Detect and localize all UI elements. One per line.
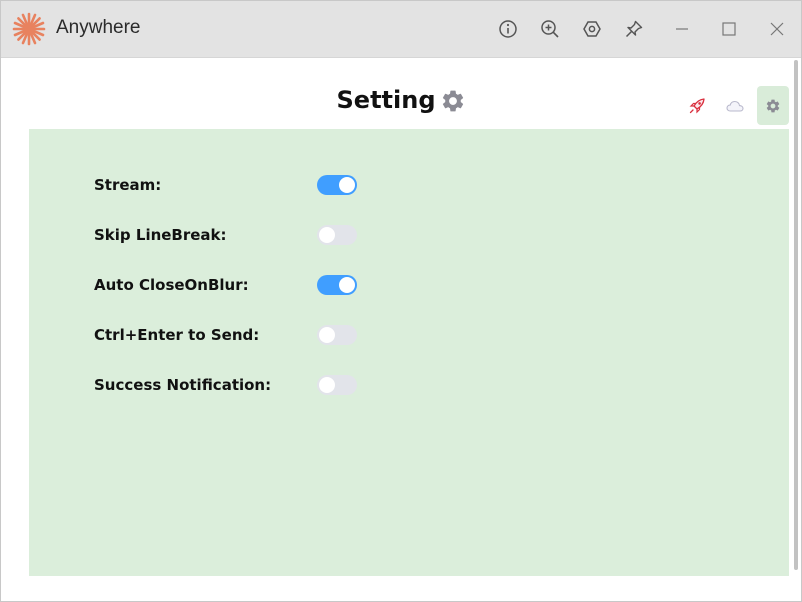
setting-label: Stream: [94, 176, 162, 194]
close-icon[interactable] [763, 15, 791, 43]
app-window: Anywhere Setting Stream: Skip LineBreak:… [0, 0, 802, 602]
hexagon-settings-icon[interactable] [578, 15, 606, 43]
settings-panel: Stream: Skip LineBreak: Auto CloseOnBlur… [29, 129, 789, 576]
toggle-knob [319, 227, 335, 243]
setting-label: Ctrl+Enter to Send: [94, 326, 260, 344]
setting-stream: Stream: [94, 173, 394, 197]
settings-nav-gear-icon[interactable] [757, 86, 789, 125]
stream-toggle[interactable] [317, 175, 357, 195]
maximize-icon[interactable] [715, 15, 743, 43]
success-notification-toggle[interactable] [317, 375, 357, 395]
setting-ctrl-enter-send: Ctrl+Enter to Send: [94, 323, 394, 347]
setting-skip-linebreak: Skip LineBreak: [94, 223, 394, 247]
skip-linebreak-toggle[interactable] [317, 225, 357, 245]
setting-label: Success Notification: [94, 376, 272, 394]
sunburst-logo-icon [12, 12, 46, 46]
toggle-knob [339, 177, 355, 193]
app-title: Anywhere [56, 17, 141, 38]
content-area: Setting Stream: Skip LineBreak: Auto Clo… [1, 58, 801, 601]
zoom-in-icon[interactable] [536, 15, 564, 43]
auto-close-on-blur-toggle[interactable] [317, 275, 357, 295]
cloud-icon[interactable] [719, 86, 751, 125]
rocket-icon[interactable] [681, 86, 713, 125]
toggle-knob [319, 377, 335, 393]
setting-auto-close-on-blur: Auto CloseOnBlur: [94, 273, 394, 297]
toggle-knob [319, 327, 335, 343]
title-bar[interactable]: Anywhere [1, 1, 801, 58]
ctrl-enter-send-toggle[interactable] [317, 325, 357, 345]
setting-label: Auto CloseOnBlur: [94, 276, 249, 294]
setting-label: Skip LineBreak: [94, 226, 227, 244]
page-title-text: Setting [336, 86, 436, 114]
minimize-icon[interactable] [668, 15, 696, 43]
pin-icon[interactable] [620, 15, 648, 43]
setting-success-notification: Success Notification: [94, 373, 394, 397]
gear-icon [442, 90, 463, 112]
info-icon[interactable] [494, 15, 522, 43]
toggle-knob [339, 277, 355, 293]
page-nav [681, 86, 789, 125]
scrollbar[interactable] [794, 60, 798, 570]
